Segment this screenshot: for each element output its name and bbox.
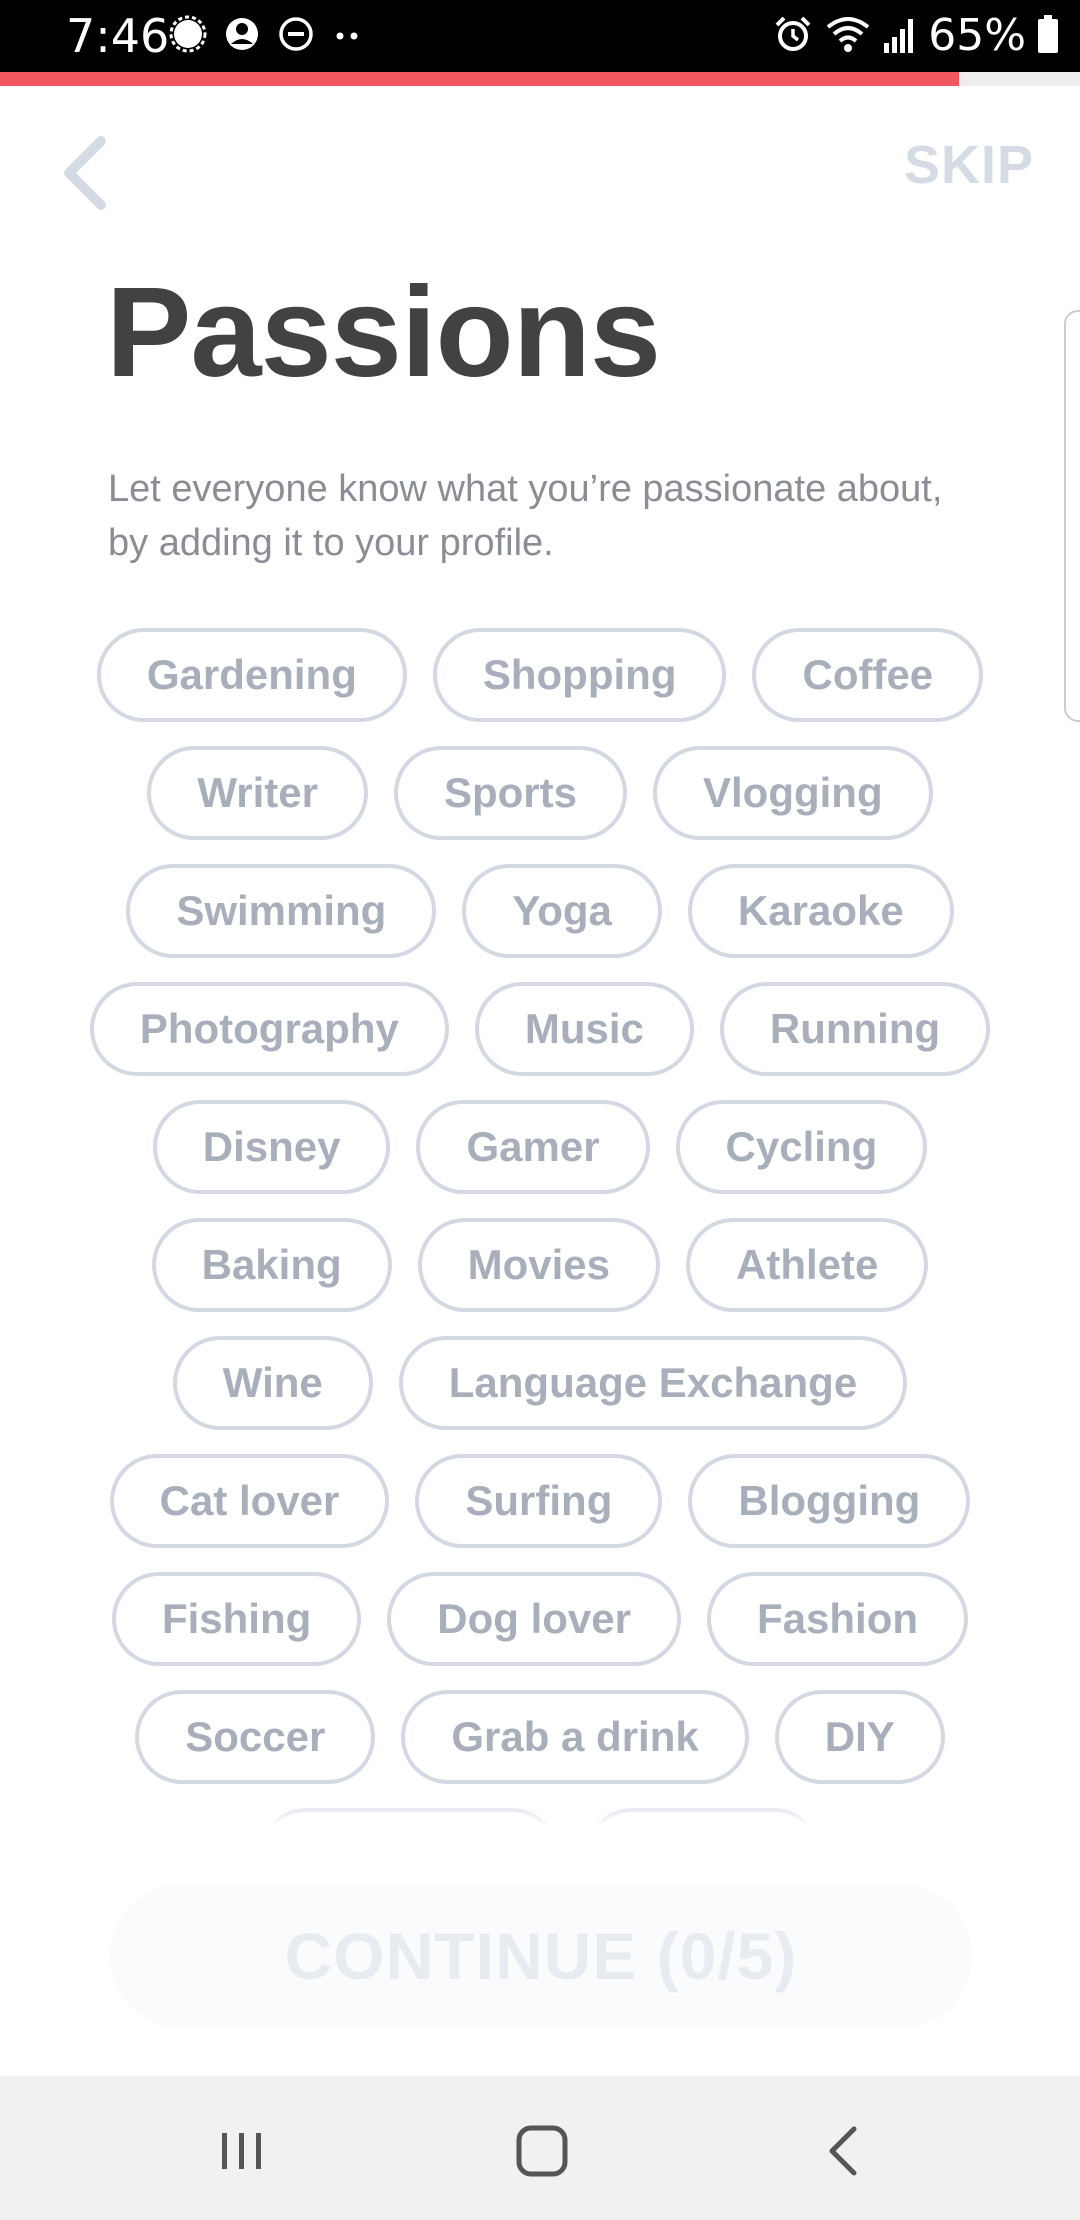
progress-fill xyxy=(0,72,960,86)
battery-percent: 65% xyxy=(928,10,1026,61)
battery-icon xyxy=(1036,13,1060,60)
status-time: 7:46 xyxy=(66,9,170,63)
status-icons-left xyxy=(168,14,366,59)
passion-chip[interactable]: Soccer xyxy=(135,1690,376,1784)
skip-button[interactable]: SKIP xyxy=(904,134,1034,196)
wifi-icon xyxy=(824,13,872,60)
passion-chip[interactable]: Blogging xyxy=(688,1454,971,1548)
passion-chip[interactable]: Language Exchange xyxy=(398,1336,908,1430)
back-icon xyxy=(829,2126,857,2176)
passion-chip[interactable]: Cycling xyxy=(675,1100,928,1194)
chevron-left-icon xyxy=(64,136,106,210)
passion-chip[interactable]: Writer xyxy=(147,746,368,840)
passion-row: Cat lover Surfing Blogging xyxy=(0,1454,1080,1550)
passion-chip[interactable]: Music xyxy=(474,982,694,1076)
passion-row: Fishing Dog lover Fashion xyxy=(0,1572,1080,1668)
passion-chip[interactable]: Movies xyxy=(417,1218,661,1312)
passion-row: Disney Gamer Cycling xyxy=(0,1100,1080,1196)
passion-chip[interactable]: Baking xyxy=(151,1218,392,1312)
continue-button[interactable]: CONTINUE (0/5) xyxy=(110,1884,972,2028)
alarm-icon xyxy=(772,13,814,60)
status-icons-right: 65% xyxy=(772,12,1060,60)
passion-chip[interactable]: Cat lover xyxy=(109,1454,390,1548)
nav-back-button[interactable] xyxy=(796,2106,896,2196)
onboarding-progress-bar xyxy=(0,72,1080,86)
account-circle-icon xyxy=(222,14,262,59)
passion-chip[interactable]: Coffee xyxy=(752,628,984,722)
passion-row: Swimming Yoga Karaoke xyxy=(0,864,1080,960)
continue-label: CONTINUE (0/5) xyxy=(284,1919,798,1993)
more-dots-icon xyxy=(330,14,366,59)
system-nav-bar xyxy=(0,2076,1080,2220)
passion-row: Gardening Shopping Coffee xyxy=(0,628,1080,724)
passion-chip[interactable]: Swimming xyxy=(126,864,437,958)
passion-chip[interactable]: Disney xyxy=(152,1100,391,1194)
passion-chip[interactable]: DIY xyxy=(774,1690,945,1784)
passion-chip[interactable]: Wine xyxy=(172,1336,373,1430)
passion-row: Wine Language Exchange xyxy=(0,1336,1080,1432)
passion-chip[interactable]: Grab a drink xyxy=(401,1690,749,1784)
recent-apps-button[interactable] xyxy=(192,2106,292,2196)
passions-list: Gardening Shopping Coffee Writer Sports Vlogg… xyxy=(0,620,1080,1824)
passion-chip[interactable]: Surfing xyxy=(415,1454,663,1548)
back-button[interactable] xyxy=(50,128,120,218)
passion-chip[interactable]: Dog lover xyxy=(387,1572,681,1666)
passion-chip[interactable]: Yoga xyxy=(462,864,662,958)
page-title: Passions xyxy=(106,261,661,404)
status-bar: 7:46 65% xyxy=(0,0,1080,72)
passion-row: Baking Movies Athlete xyxy=(0,1218,1080,1314)
passion-chip[interactable]: Karaoke xyxy=(687,864,954,958)
passion-chip[interactable]: Vlogging xyxy=(652,746,933,840)
passion-chip[interactable]: Gardening xyxy=(96,628,407,722)
page-subtitle: Let everyone know what you’re passionate… xyxy=(108,468,943,564)
home-button[interactable] xyxy=(492,2106,592,2196)
passion-chip[interactable]: Athlete xyxy=(686,1218,929,1312)
passion-row: Writer Sports Vlogging xyxy=(0,746,1080,842)
passion-row: Photography Music Running xyxy=(0,982,1080,1078)
list-fade-overlay xyxy=(0,1790,1080,1830)
passion-chip[interactable]: Shopping xyxy=(432,628,727,722)
home-icon xyxy=(516,2125,568,2177)
passion-chip[interactable]: Fishing xyxy=(111,1572,362,1666)
passion-chip[interactable]: Sports xyxy=(393,746,627,840)
recent-apps-icon xyxy=(222,2133,261,2169)
chat-bubble-icon xyxy=(168,14,208,59)
passion-chip[interactable]: Photography xyxy=(89,982,449,1076)
signal-icon xyxy=(882,13,918,60)
do-not-disturb-icon xyxy=(276,14,316,59)
passion-row: Soccer Grab a drink DIY xyxy=(0,1690,1080,1786)
passion-chip[interactable]: Fashion xyxy=(707,1572,969,1666)
passion-chip[interactable]: Gamer xyxy=(416,1100,650,1194)
passion-chip[interactable]: Running xyxy=(719,982,991,1076)
